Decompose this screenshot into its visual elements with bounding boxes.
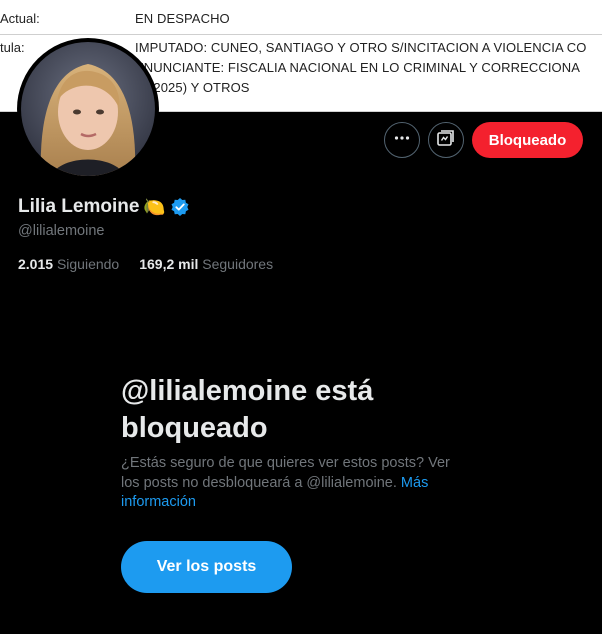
following-link[interactable]: 2.015 Siguiendo bbox=[18, 256, 119, 272]
verified-badge-icon[interactable] bbox=[170, 197, 190, 217]
followers-link[interactable]: 169,2 mil Seguidores bbox=[139, 256, 273, 272]
more-dots-icon bbox=[393, 129, 411, 152]
avatar-photo bbox=[21, 42, 155, 176]
following-label: Siguiendo bbox=[56, 256, 120, 272]
profile-name: Lilia Lemoine bbox=[18, 196, 140, 217]
blocked-button[interactable]: Bloqueado bbox=[472, 122, 583, 158]
document-line-2: ENUNCIANTE: FISCALIA NACIONAL EN LO CRIM… bbox=[135, 60, 581, 75]
notifications-button[interactable] bbox=[428, 122, 464, 158]
followers-label: Seguidores bbox=[202, 256, 274, 272]
blocked-notice-title: @lilialemoine está bloqueado bbox=[121, 375, 374, 444]
blocked-notice-description: ¿Estás seguro de que quieres ver estos p… bbox=[121, 454, 471, 513]
document-label-caratula: tula: bbox=[0, 40, 25, 55]
view-posts-button[interactable]: Ver los posts bbox=[121, 541, 292, 593]
lemon-emoji-icon: 🍋 bbox=[143, 196, 166, 217]
following-count: 2.015 bbox=[18, 256, 54, 272]
profile-handle: @lilialemoine bbox=[18, 223, 105, 239]
more-options-button[interactable] bbox=[384, 122, 420, 158]
profile-stats: 2.015 Siguiendo 169,2 mil Seguidores bbox=[18, 256, 293, 272]
document-line-1: IMPUTADO: CUNEO, SANTIAGO Y OTRO S/INCIT… bbox=[135, 40, 587, 55]
profile-name-row: Lilia Lemoine 🍋 bbox=[18, 196, 190, 218]
document-divider bbox=[0, 34, 602, 35]
avatar[interactable] bbox=[17, 38, 159, 180]
followers-count: 169,2 mil bbox=[139, 256, 199, 272]
notifications-icon bbox=[436, 128, 456, 153]
document-label-actual: Actual: bbox=[0, 11, 40, 26]
document-value-status: EN DESPACHO bbox=[135, 11, 230, 26]
